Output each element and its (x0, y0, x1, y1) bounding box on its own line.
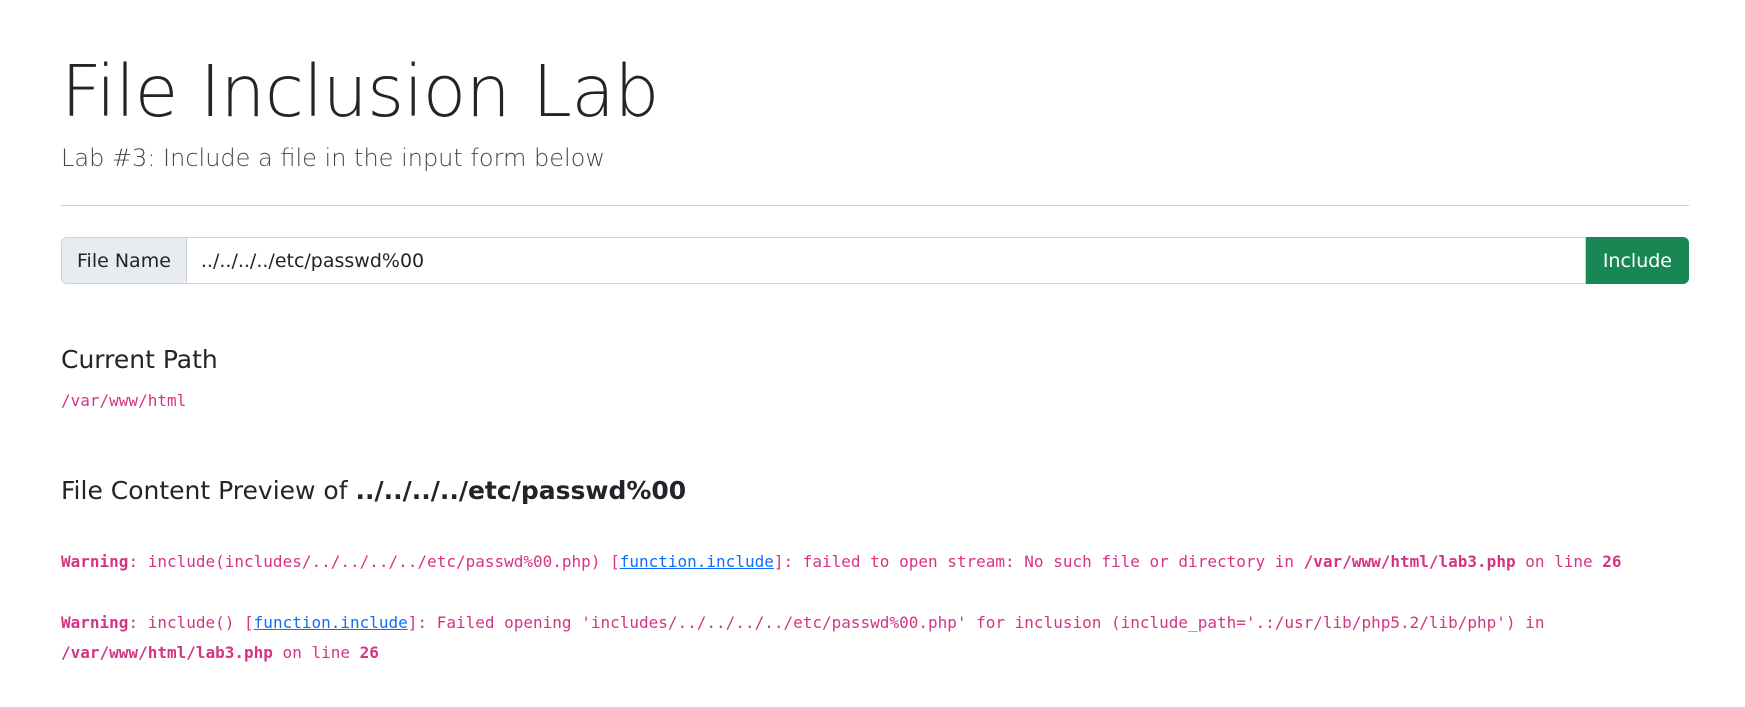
warning-text-post: ]: Failed opening 'includes/../../../../… (407, 613, 1545, 632)
include-button[interactable]: Include (1585, 237, 1689, 284)
current-path-value: /var/www/html (61, 391, 187, 410)
warning-on-line: on line (1515, 552, 1603, 571)
page-subtitle: Lab #3: Include a file in the input form… (61, 144, 605, 172)
file-name-input[interactable] (186, 237, 1586, 284)
current-path-heading: Current Path (61, 345, 218, 374)
preview-heading-file: ../../../../etc/passwd%00 (355, 476, 687, 505)
function-include-link[interactable]: function.include (620, 552, 774, 571)
function-include-link[interactable]: function.include (254, 613, 408, 632)
warning-line-number: 26 (1602, 552, 1622, 571)
preview-heading-prefix: File Content Preview of (61, 476, 348, 505)
warning-text-pre: : include() [ (128, 613, 254, 632)
page-title: File Inclusion Lab (61, 50, 659, 133)
include-form: File Name Include (61, 237, 1689, 284)
warning-on-line: on line (272, 643, 360, 662)
warning-text-pre: : include(includes/../../../../etc/passw… (128, 552, 620, 571)
warning-file: /var/www/html/lab3.php (61, 643, 273, 662)
warning-label: Warning (61, 613, 129, 632)
preview-heading: File Content Preview of ../../../../etc/… (61, 475, 686, 507)
file-name-label: File Name (61, 237, 187, 284)
warning-message: Warning: include(includes/../../../../et… (61, 547, 1622, 577)
warning-text-post: ]: failed to open stream: No such file o… (773, 552, 1304, 571)
warning-label: Warning (61, 552, 129, 571)
warning-line-number: 26 (359, 643, 379, 662)
warning-file: /var/www/html/lab3.php (1303, 552, 1516, 571)
divider (61, 205, 1689, 206)
warning-message: Warning: include() [function.include]: F… (61, 608, 1621, 668)
